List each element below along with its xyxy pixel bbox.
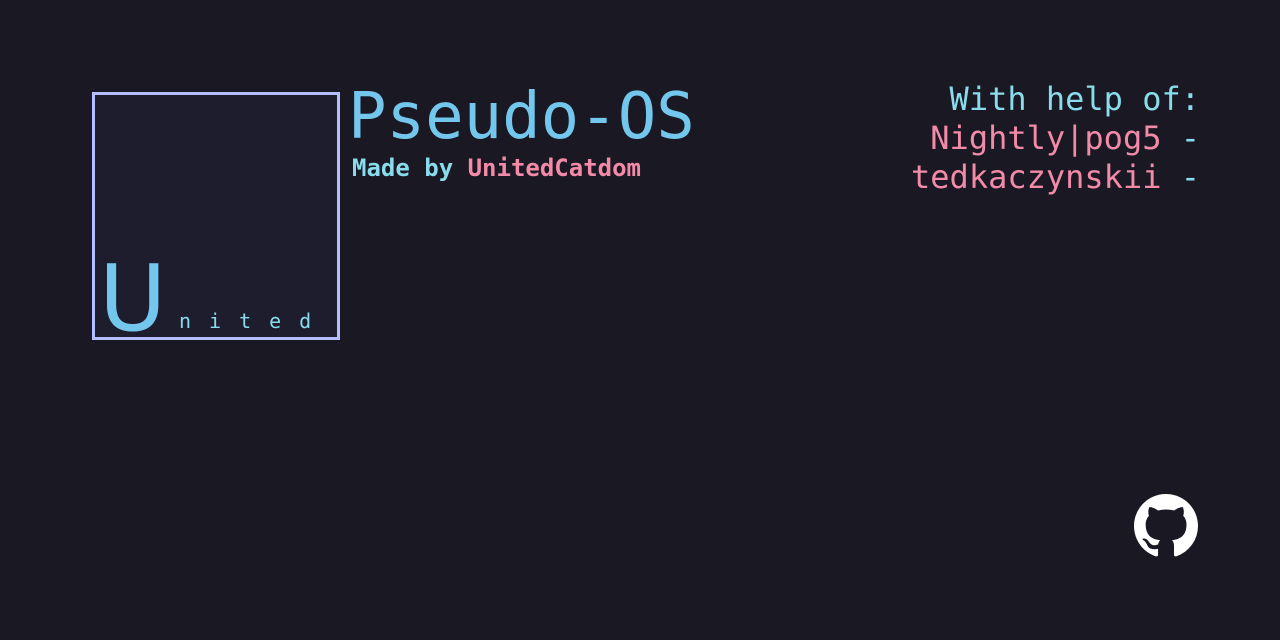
contributor-suffix: - [1161,158,1200,196]
credits-item: Nightly|pog5 - [911,119,1200,158]
byline-prefix: Made by [352,154,454,182]
page: U nited Pseudo-OS Made by UnitedCatdom W… [0,0,1280,640]
page-title: Pseudo-OS [348,80,695,154]
credits-item: tedkaczynskii - [911,158,1200,197]
contributor-suffix: - [1161,119,1200,157]
contributor-name: tedkaczynskii [911,158,1162,196]
credits-heading: With help of: [949,80,1200,118]
logo: U nited [92,92,340,345]
byline: Made by UnitedCatdom [352,154,641,182]
logo-big-letter: U [99,245,167,352]
logo-small-letters: nited [179,309,330,333]
credits: With help of: Nightly|pog5 - tedkaczynsk… [911,80,1200,197]
github-icon[interactable] [1134,494,1198,558]
author-name: UnitedCatdom [467,154,641,182]
contributor-name: Nightly|pog5 [930,119,1162,157]
